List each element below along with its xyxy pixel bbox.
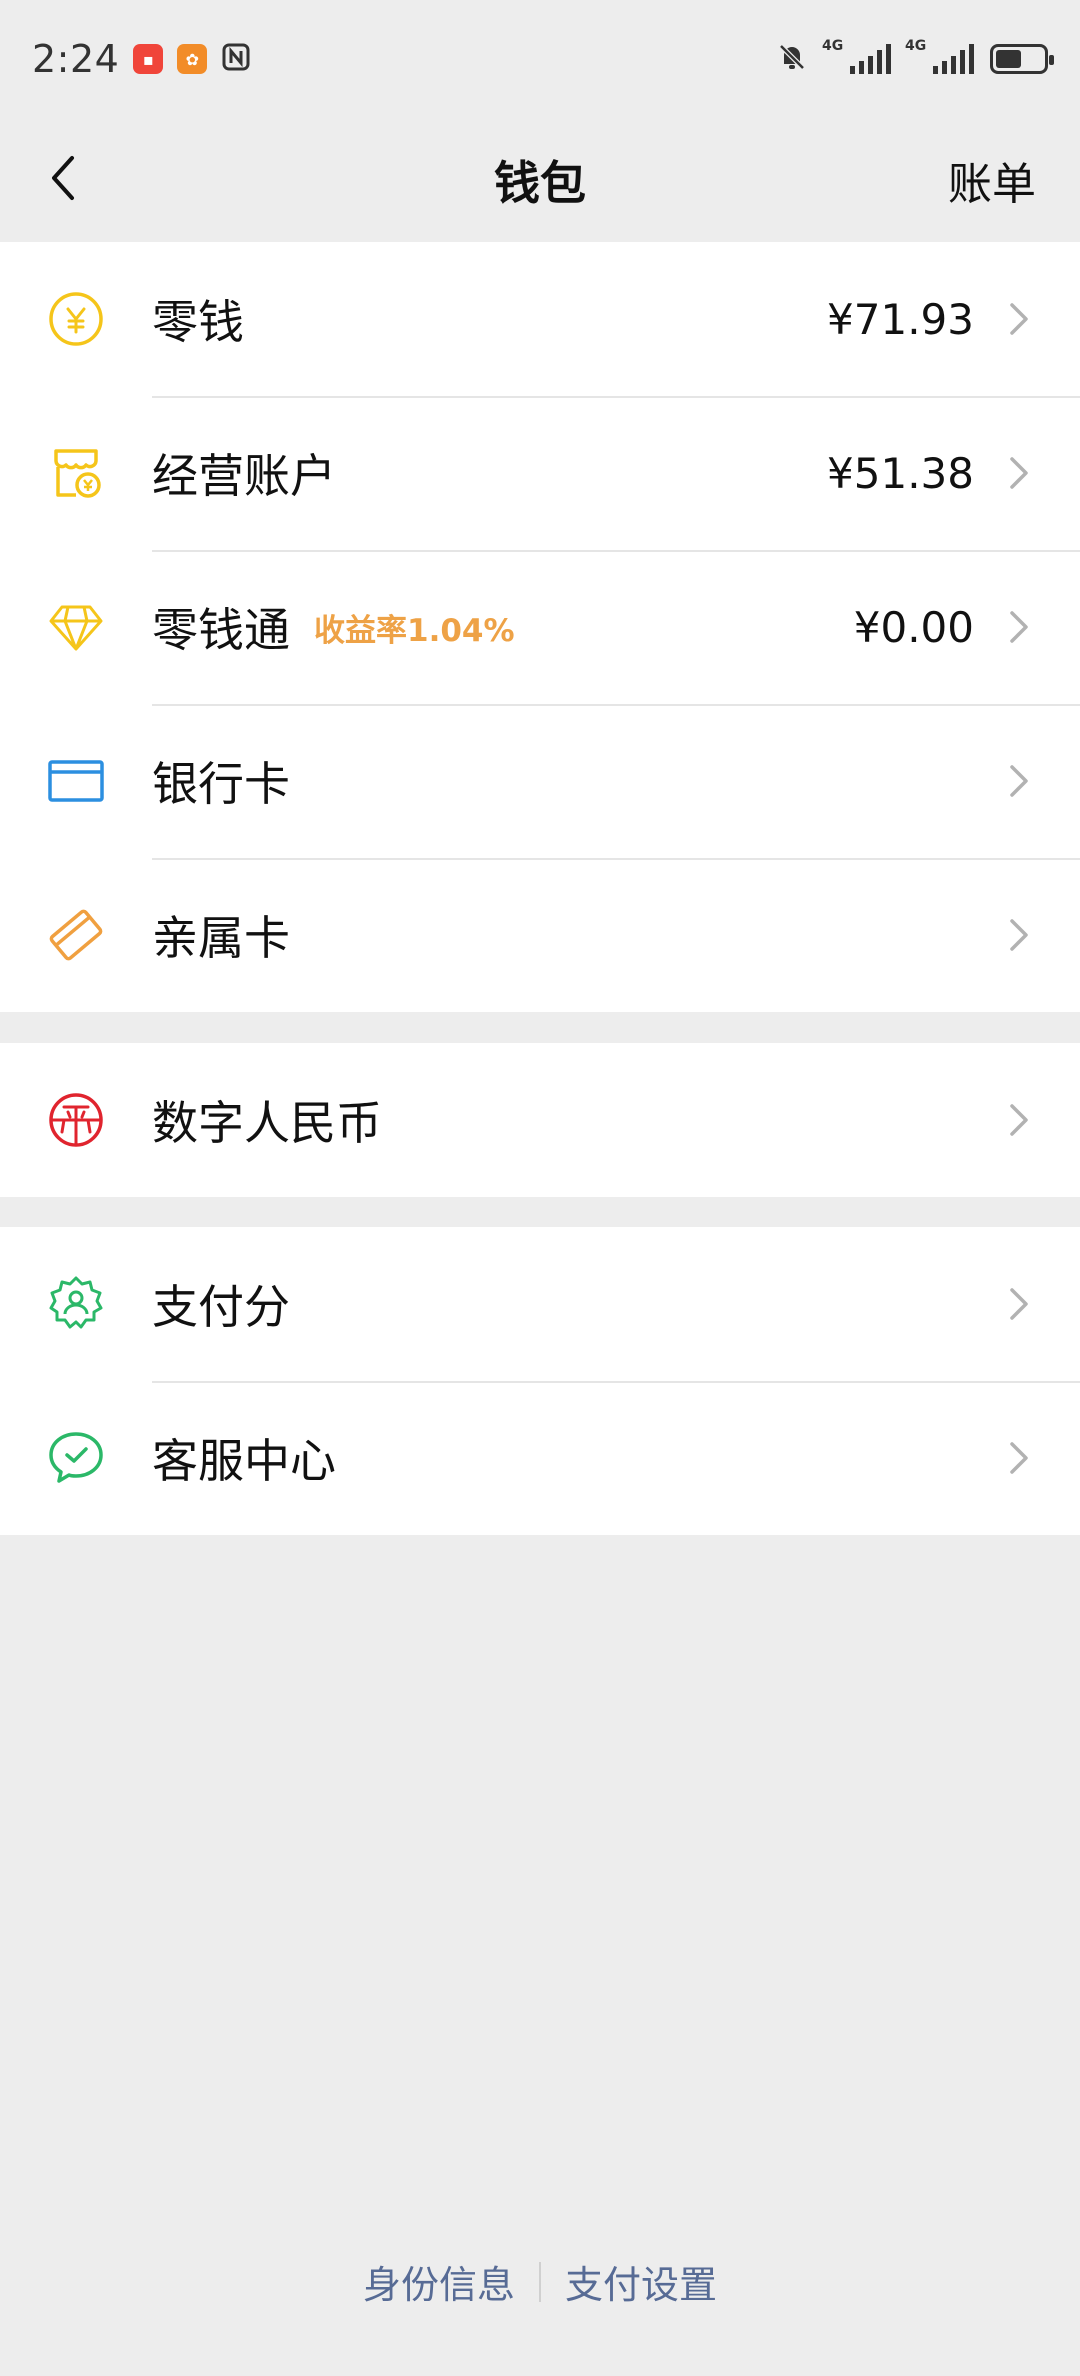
row-label: 经营账户	[152, 449, 336, 503]
row-label: 零钱	[152, 295, 244, 349]
list-item-pay-score[interactable]: 支付分	[0, 1227, 1080, 1381]
chevron-right-icon	[1004, 299, 1034, 339]
wallet-group-digital-rmb: 数字人民币	[0, 1043, 1080, 1197]
yield-rate-tag: 收益率1.04%	[314, 612, 515, 649]
signal-2-icon: 4G	[905, 38, 974, 74]
customer-service-icon	[44, 1426, 108, 1490]
yuan-coin-icon	[44, 287, 108, 351]
nfc-icon	[221, 42, 251, 76]
list-item-change[interactable]: 零钱 ¥71.93	[0, 242, 1080, 396]
nav-bar: 钱包 账单	[0, 118, 1080, 242]
list-item-digital-rmb[interactable]: 数字人民币	[0, 1043, 1080, 1197]
battery-icon	[990, 44, 1054, 74]
row-label: 数字人民币	[152, 1096, 382, 1150]
chevron-right-icon	[1004, 1100, 1034, 1140]
list-item-business-account[interactable]: 经营账户 ¥51.38	[0, 396, 1080, 550]
identity-info-link[interactable]: 身份信息	[363, 2254, 515, 2309]
wallet-group-services: 支付分 客服中心	[0, 1227, 1080, 1535]
row-label: 零钱通	[152, 603, 290, 657]
bank-card-icon	[44, 749, 108, 813]
diamond-icon	[44, 595, 108, 659]
wallet-group-main: 零钱 ¥71.93 经营账户 ¥51.38 零钱通 收益率1.04% ¥0.00…	[0, 242, 1080, 1012]
row-value: ¥51.38	[827, 448, 974, 498]
row-value: ¥0.00	[853, 602, 974, 652]
list-item-lingqiantong[interactable]: 零钱通 收益率1.04% ¥0.00	[0, 550, 1080, 704]
digital-rmb-icon	[44, 1088, 108, 1152]
footer-links: 身份信息 支付设置	[0, 2254, 1080, 2309]
mute-bell-icon	[776, 41, 808, 77]
bill-button[interactable]: 账单	[948, 148, 1036, 212]
payment-settings-link[interactable]: 支付设置	[565, 2254, 717, 2309]
row-label: 客服中心	[152, 1434, 336, 1488]
red-app-icon: ▪	[133, 44, 164, 74]
chevron-right-icon	[1004, 915, 1034, 955]
shop-account-icon	[44, 441, 108, 505]
status-bar: 2:24 ▪ ✿ 4G 4G	[0, 0, 1080, 118]
chevron-right-icon	[1004, 1438, 1034, 1478]
pay-score-icon	[44, 1272, 108, 1336]
chevron-right-icon	[1004, 761, 1034, 801]
orange-app-icon: ✿	[177, 44, 208, 74]
list-item-bank-card[interactable]: 银行卡	[0, 704, 1080, 858]
list-item-customer-service[interactable]: 客服中心	[0, 1381, 1080, 1535]
family-card-icon	[44, 903, 108, 967]
chevron-right-icon	[1004, 1284, 1034, 1324]
footer-divider	[539, 2261, 541, 2302]
page-title: 钱包	[494, 156, 586, 210]
list-item-family-card[interactable]: 亲属卡	[0, 858, 1080, 1012]
row-value: ¥71.93	[827, 294, 974, 344]
row-label: 银行卡	[152, 757, 290, 811]
status-time: 2:24	[32, 37, 120, 81]
chevron-right-icon	[1004, 453, 1034, 493]
signal-1-icon: 4G	[822, 38, 891, 74]
row-label: 支付分	[152, 1280, 290, 1334]
chevron-right-icon	[1004, 607, 1034, 647]
row-label: 亲属卡	[152, 911, 290, 965]
back-arrow-icon[interactable]	[38, 148, 98, 208]
